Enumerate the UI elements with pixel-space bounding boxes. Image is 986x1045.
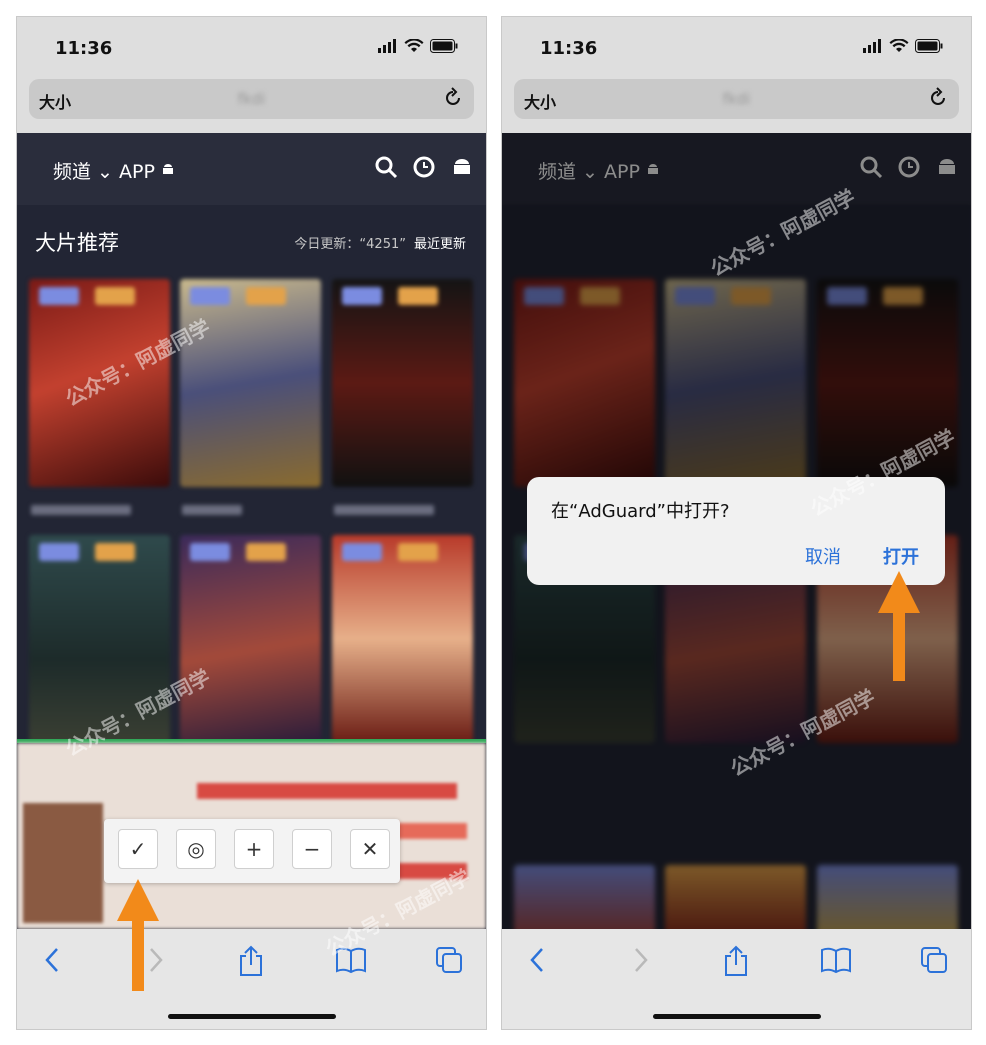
- close-button[interactable]: ✕: [350, 829, 390, 869]
- status-bar: 11:36: [17, 17, 486, 77]
- adguard-element-toolbar: ✓ ◎ + − ✕: [104, 819, 400, 883]
- channel-menu[interactable]: 频道 ⌄ APP: [53, 157, 175, 184]
- history-icon[interactable]: [412, 155, 436, 179]
- address-bar[interactable]: 大小 fkdi: [29, 79, 474, 119]
- status-time: 11:36: [540, 38, 598, 59]
- url-text: fkdi: [722, 90, 751, 108]
- left-screenshot: 11:36 大小 fkdi 频道 ⌄ APP 大片推荐 今日更新：“4251” …: [16, 16, 487, 1030]
- address-bar[interactable]: 大小 fkdi: [514, 79, 959, 119]
- android-icon: [162, 164, 173, 174]
- shrink-button[interactable]: −: [292, 829, 332, 869]
- open-button[interactable]: 打开: [883, 543, 919, 569]
- poster[interactable]: [180, 535, 321, 743]
- forward-icon[interactable]: [630, 945, 650, 975]
- right-screenshot: 11:36 大小 fkdi 频道 ⌄ APP 在“AdGuard”中打开? 取消…: [501, 16, 972, 1030]
- back-icon[interactable]: [43, 945, 63, 975]
- dialog-title: 在“AdGuard”中打开?: [551, 501, 730, 522]
- expand-button[interactable]: +: [234, 829, 274, 869]
- home-indicator: [167, 1014, 336, 1019]
- wifi-icon: [404, 39, 424, 52]
- android-icon[interactable]: [450, 155, 474, 179]
- status-time: 11:36: [55, 38, 113, 59]
- pointer-arrow: [878, 571, 920, 681]
- pointer-arrow: [117, 879, 159, 991]
- safari-toolbar: [502, 929, 971, 1029]
- reload-icon[interactable]: [927, 87, 949, 109]
- status-bar: 11:36: [502, 17, 971, 77]
- confirm-button[interactable]: ✓: [118, 829, 158, 869]
- battery-icon: [915, 39, 943, 53]
- home-indicator: [652, 1014, 821, 1019]
- poster[interactable]: [332, 279, 473, 487]
- tabs-icon[interactable]: [919, 945, 949, 975]
- battery-icon: [430, 39, 458, 53]
- search-icon[interactable]: [374, 155, 398, 179]
- url-text: fkdi: [237, 90, 266, 108]
- poster[interactable]: [332, 535, 473, 743]
- poster[interactable]: [180, 279, 321, 487]
- section-title: 大片推荐: [35, 231, 119, 255]
- safari-toolbar: [17, 929, 486, 1029]
- today-update-count: 今日更新：“4251”: [294, 237, 406, 252]
- site-header: 频道 ⌄ APP: [17, 133, 486, 205]
- share-icon[interactable]: [237, 945, 265, 977]
- cancel-button[interactable]: 取消: [805, 543, 841, 569]
- back-icon[interactable]: [528, 945, 548, 975]
- reload-icon[interactable]: [442, 87, 464, 109]
- signal-icon: [863, 39, 881, 53]
- share-icon[interactable]: [722, 945, 750, 977]
- tabs-icon[interactable]: [434, 945, 464, 975]
- bookmarks-icon[interactable]: [820, 945, 852, 975]
- latest-update-link[interactable]: 最近更新: [414, 233, 466, 252]
- preview-button[interactable]: ◎: [176, 829, 216, 869]
- wifi-icon: [889, 39, 909, 52]
- signal-icon: [378, 39, 396, 53]
